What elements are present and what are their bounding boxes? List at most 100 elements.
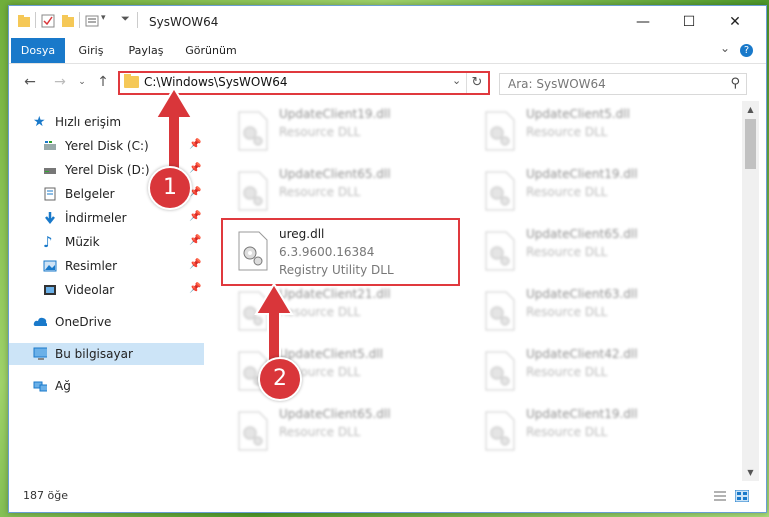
recent-locations-icon[interactable]: ⌄ <box>73 73 91 91</box>
file-name: UpdateClient5.dll <box>526 107 630 121</box>
tab-home[interactable]: Giriş <box>69 38 113 63</box>
file-name: UpdateClient19.dll <box>279 107 391 121</box>
file-name: UpdateClient42.dll <box>526 347 638 361</box>
sidebar-item-this-pc[interactable]: Bu bilgisayar <box>9 343 204 365</box>
close-button[interactable]: ✕ <box>712 6 758 38</box>
file-name: UpdateClient65.dll <box>279 407 391 421</box>
dll-file-icon <box>485 111 515 151</box>
step-badge-2: 2 <box>258 357 302 401</box>
file-name: UpdateClient65.dll <box>526 227 638 241</box>
network-icon <box>33 381 47 392</box>
file-item[interactable]: UpdateClient63.dll Resource DLL <box>480 285 715 335</box>
file-name: UpdateClient65.dll <box>279 167 391 181</box>
sidebar-item-label: Hızlı erişim <box>55 115 122 129</box>
file-desc: Resource DLL <box>526 125 608 139</box>
sidebar-item-label: Yerel Disk (C:) <box>65 139 149 153</box>
status-bar: 187 öğe <box>9 482 766 510</box>
pictures-icon <box>43 260 57 272</box>
folder-icon <box>124 74 139 88</box>
sidebar-item-label: OneDrive <box>55 315 112 329</box>
title-bar: ▾ ⏷ SysWOW64 — ☐ ✕ <box>9 6 766 38</box>
customize-toolbar-icon[interactable]: ⏷ <box>121 12 130 26</box>
downloads-icon <box>45 212 55 225</box>
divider <box>35 12 36 28</box>
tab-view[interactable]: Görünüm <box>179 38 243 63</box>
scroll-up-icon[interactable]: ▲ <box>742 101 759 118</box>
window-title: SysWOW64 <box>149 15 219 29</box>
forward-button[interactable]: → <box>51 73 69 91</box>
expand-ribbon-icon[interactable]: ⌄ <box>720 41 730 55</box>
vertical-scrollbar[interactable]: ▲ ▼ <box>742 101 759 481</box>
music-icon: ♪ <box>43 233 53 251</box>
pin-icon[interactable]: 📌 <box>189 211 201 222</box>
file-name: UpdateClient63.dll <box>526 287 638 301</box>
file-name: UpdateClient19.dll <box>526 167 638 181</box>
sidebar-item-label: Yerel Disk (D:) <box>65 163 150 177</box>
address-row: ← → ⌄ ↑ C:\Windows\SysWOW64 ⌄ ↻ Ara: Sys… <box>9 64 766 100</box>
sidebar-item-videos[interactable]: Videolar 📌 <box>9 279 204 301</box>
highlight-box-ureg <box>221 218 460 286</box>
tab-file[interactable]: Dosya <box>11 38 65 63</box>
sidebar-item-onedrive[interactable]: OneDrive <box>9 311 204 333</box>
file-item[interactable]: UpdateClient19.dll Resource DLL <box>233 105 468 155</box>
file-item[interactable]: UpdateClient5.dll Resource DLL <box>480 105 715 155</box>
address-dropdown-icon[interactable]: ⌄ <box>452 74 461 87</box>
sidebar-item-label: Videolar <box>65 283 115 297</box>
file-desc: Resource DLL <box>526 245 608 259</box>
pin-icon[interactable]: 📌 <box>189 259 201 270</box>
dll-file-icon <box>485 291 515 331</box>
star-icon: ★ <box>33 114 46 130</box>
dll-file-icon <box>485 411 515 451</box>
pin-icon[interactable]: 📌 <box>189 235 201 246</box>
dll-file-icon <box>238 171 268 211</box>
details-view-icon[interactable] <box>713 490 727 502</box>
sidebar-item-label: Belgeler <box>65 187 115 201</box>
sidebar-item-label: Müzik <box>65 235 100 249</box>
back-button[interactable]: ← <box>21 73 39 91</box>
sidebar-item-downloads[interactable]: İndirmeler 📌 <box>9 207 204 229</box>
search-input[interactable]: Ara: SysWOW64 ⚲ <box>499 73 747 95</box>
new-folder-icon[interactable] <box>61 14 75 28</box>
file-desc: Resource DLL <box>279 125 361 139</box>
divider <box>79 12 80 28</box>
sidebar-item-label: Resimler <box>65 259 118 273</box>
file-item[interactable]: UpdateClient65.dll Resource DLL <box>233 405 468 455</box>
pin-icon[interactable]: 📌 <box>189 283 201 294</box>
sidebar-item-label: Ağ <box>55 379 71 393</box>
file-item[interactable]: UpdateClient65.dll Resource DLL <box>233 165 468 215</box>
drive-icon <box>44 141 56 150</box>
scroll-thumb[interactable] <box>745 119 756 169</box>
folder-icon <box>18 15 30 27</box>
properties-icon[interactable] <box>41 14 55 28</box>
computer-icon <box>33 347 47 360</box>
view-options-icon[interactable] <box>85 14 99 28</box>
file-item[interactable]: UpdateClient42.dll Resource DLL <box>480 345 715 395</box>
dll-file-icon <box>485 171 515 211</box>
dll-file-icon <box>485 231 515 271</box>
file-item[interactable]: UpdateClient19.dll Resource DLL <box>480 405 715 455</box>
minimize-button[interactable]: — <box>620 6 666 38</box>
qa-dropdown-icon[interactable]: ▾ <box>101 13 106 23</box>
file-item[interactable]: UpdateClient19.dll Resource DLL <box>480 165 715 215</box>
dll-file-icon <box>238 411 268 451</box>
file-item[interactable]: UpdateClient65.dll Resource DLL <box>480 225 715 275</box>
maximize-button[interactable]: ☐ <box>666 6 712 38</box>
cloud-icon <box>33 317 47 326</box>
large-icons-view-icon[interactable] <box>735 490 749 502</box>
step-badge-1: 1 <box>148 166 192 210</box>
up-button[interactable]: ↑ <box>94 73 112 91</box>
search-icon[interactable]: ⚲ <box>730 76 740 91</box>
sidebar-item-network[interactable]: Ağ <box>9 375 204 397</box>
videos-icon <box>44 285 56 295</box>
scroll-down-icon[interactable]: ▼ <box>742 464 759 481</box>
help-icon[interactable]: ? <box>740 44 753 57</box>
dll-file-icon <box>485 351 515 391</box>
dll-file-icon <box>238 111 268 151</box>
tab-share[interactable]: Paylaş <box>121 38 171 63</box>
file-desc: Resource DLL <box>526 185 608 199</box>
sidebar-item-pictures[interactable]: Resimler 📌 <box>9 255 204 277</box>
file-desc: Resource DLL <box>526 365 608 379</box>
documents-icon <box>44 187 56 201</box>
refresh-icon[interactable]: ↻ <box>466 73 487 93</box>
sidebar-item-music[interactable]: ♪ Müzik 📌 <box>9 231 204 253</box>
